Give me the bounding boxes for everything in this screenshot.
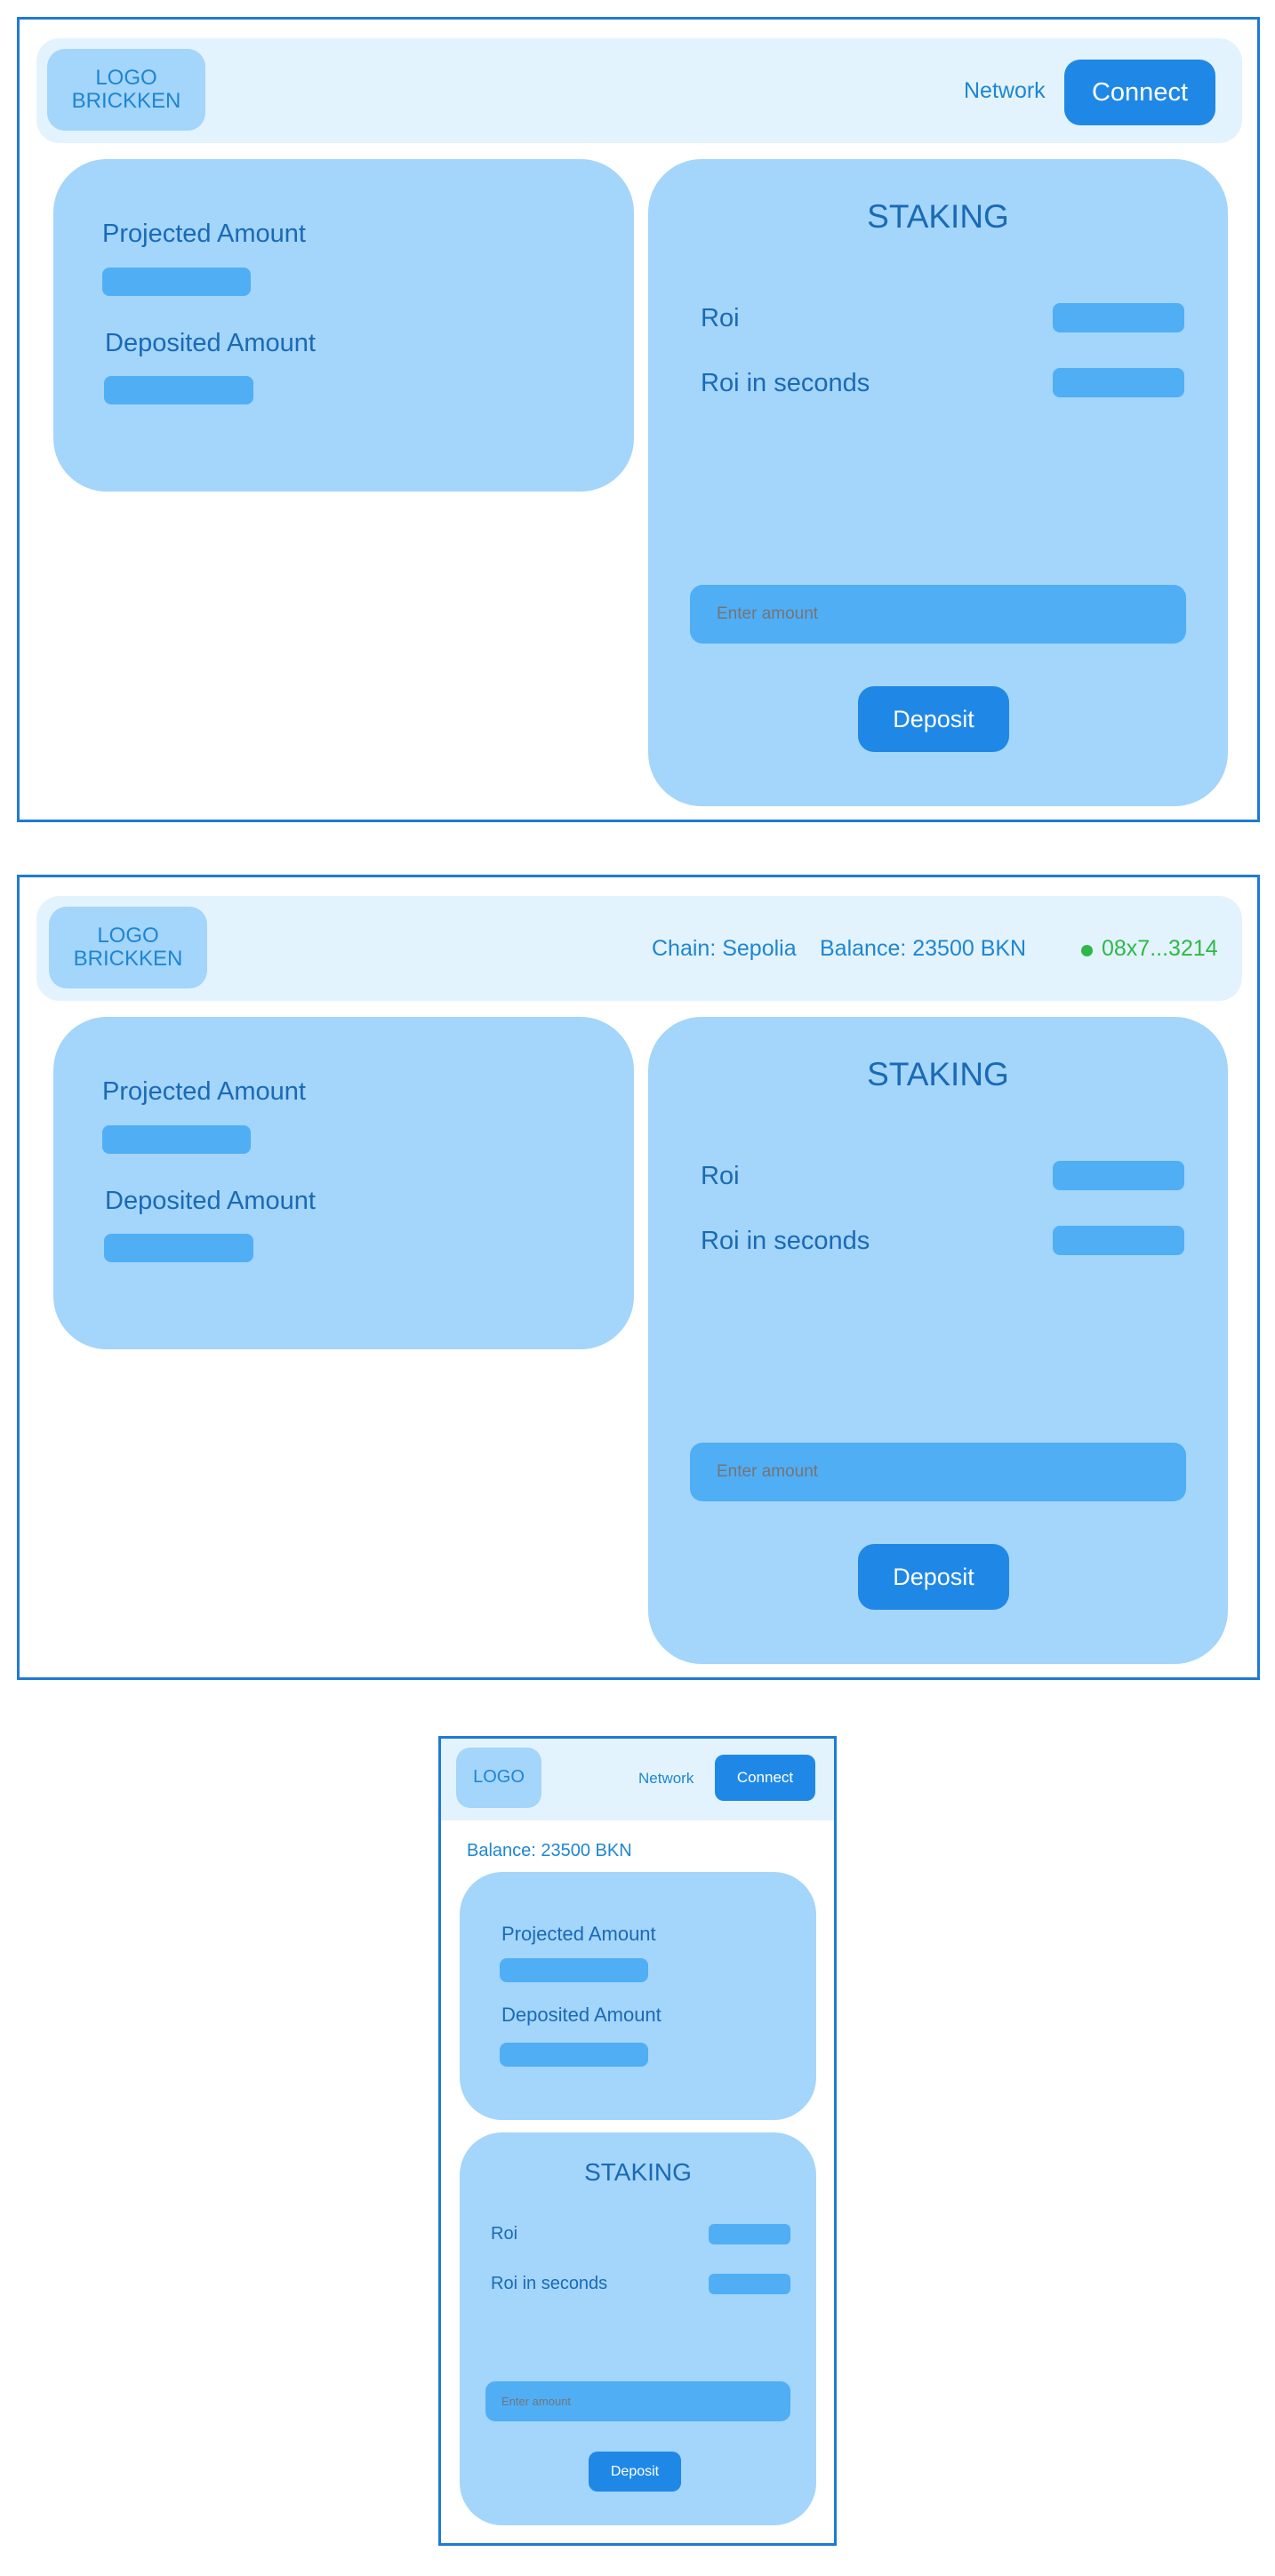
logo-text: LOGO [473, 1767, 525, 1788]
projected-amount-label: Projected Amount [102, 1077, 306, 1106]
staking-card: STAKING Roi Roi in seconds Deposit [460, 2132, 816, 2525]
mobile-header-bar: LOGO Network Connect [441, 1739, 834, 1820]
roi-value [1053, 303, 1184, 332]
staking-title: STAKING [867, 198, 1009, 235]
deposited-amount-value [104, 1234, 253, 1262]
logo[interactable]: LOGO [456, 1748, 541, 1808]
projected-amount-value [102, 1125, 251, 1154]
staking-title: STAKING [867, 1056, 1009, 1092]
header-bar: LOGO BRICKKEN Chain: Sepolia Balance: 23… [36, 896, 1242, 1001]
logo-line-1: LOGO [97, 924, 159, 948]
deposited-amount-label: Deposited Amount [501, 2004, 662, 2026]
staking-card: STAKING Roi Roi in seconds Deposit [648, 1017, 1228, 1664]
desktop-connected-mockup: LOGO BRICKKEN Chain: Sepolia Balance: 23… [17, 875, 1260, 1680]
projected-amount-label: Projected Amount [102, 220, 306, 248]
staking-card: STAKING Roi Roi in seconds Deposit [648, 159, 1228, 806]
deposit-button[interactable]: Deposit [858, 686, 1009, 752]
roi-seconds-value [1053, 368, 1184, 397]
staking-title: STAKING [584, 2158, 692, 2186]
mobile-mockup: LOGO Network Connect Balance: 23500 BKN … [438, 1736, 837, 2546]
projected-amount-label: Projected Amount [501, 1923, 656, 1945]
logo-line-2: BRICKKEN [73, 947, 183, 971]
roi-seconds-value [709, 2274, 790, 2294]
roi-value [1053, 1161, 1184, 1190]
deposited-amount-value [500, 2043, 648, 2067]
roi-seconds-label: Roi in seconds [491, 2274, 608, 2293]
network-link[interactable]: Network [964, 78, 1046, 104]
green-dot-icon [1081, 945, 1093, 956]
desktop-disconnected-mockup: LOGO BRICKKEN Network Connect Projected … [17, 17, 1260, 822]
roi-label: Roi [701, 304, 740, 332]
deposit-button[interactable]: Deposit [858, 1544, 1009, 1610]
amounts-card: Projected Amount Deposited Amount [53, 159, 634, 492]
roi-label: Roi [491, 2224, 518, 2244]
amount-input[interactable] [485, 2381, 790, 2421]
logo-line-2: BRICKKEN [71, 89, 181, 113]
roi-seconds-label: Roi in seconds [701, 1227, 870, 1255]
deposit-button[interactable]: Deposit [589, 2452, 681, 2492]
logo[interactable]: LOGO BRICKKEN [49, 907, 207, 988]
connect-button[interactable]: Connect [1064, 60, 1215, 125]
roi-seconds-value [1053, 1226, 1184, 1255]
chain-indicator[interactable]: Chain: Sepolia [652, 936, 797, 962]
deposited-amount-label: Deposited Amount [105, 329, 316, 357]
connect-button[interactable]: Connect [715, 1755, 815, 1801]
logo-line-1: LOGO [95, 66, 157, 91]
balance-indicator: Balance: 23500 BKN [820, 936, 1027, 961]
network-link[interactable]: Network [638, 1770, 694, 1788]
projected-amount-value [102, 268, 251, 296]
amount-input[interactable] [690, 1443, 1186, 1501]
header-bar: LOGO BRICKKEN Network Connect [36, 38, 1242, 143]
roi-label: Roi [701, 1162, 740, 1190]
roi-value [709, 2224, 790, 2244]
amounts-card: Projected Amount Deposited Amount [460, 1872, 816, 2120]
deposited-amount-label: Deposited Amount [105, 1187, 316, 1215]
roi-seconds-label: Roi in seconds [701, 369, 870, 397]
amount-input[interactable] [690, 585, 1186, 644]
amounts-card: Projected Amount Deposited Amount [53, 1017, 634, 1349]
projected-amount-value [500, 1958, 648, 1982]
logo[interactable]: LOGO BRICKKEN [47, 49, 205, 131]
deposited-amount-value [104, 376, 253, 404]
balance-indicator: Balance: 23500 BKN [467, 1841, 632, 1860]
wallet-address[interactable]: 08x7...3214 [1102, 936, 1218, 962]
